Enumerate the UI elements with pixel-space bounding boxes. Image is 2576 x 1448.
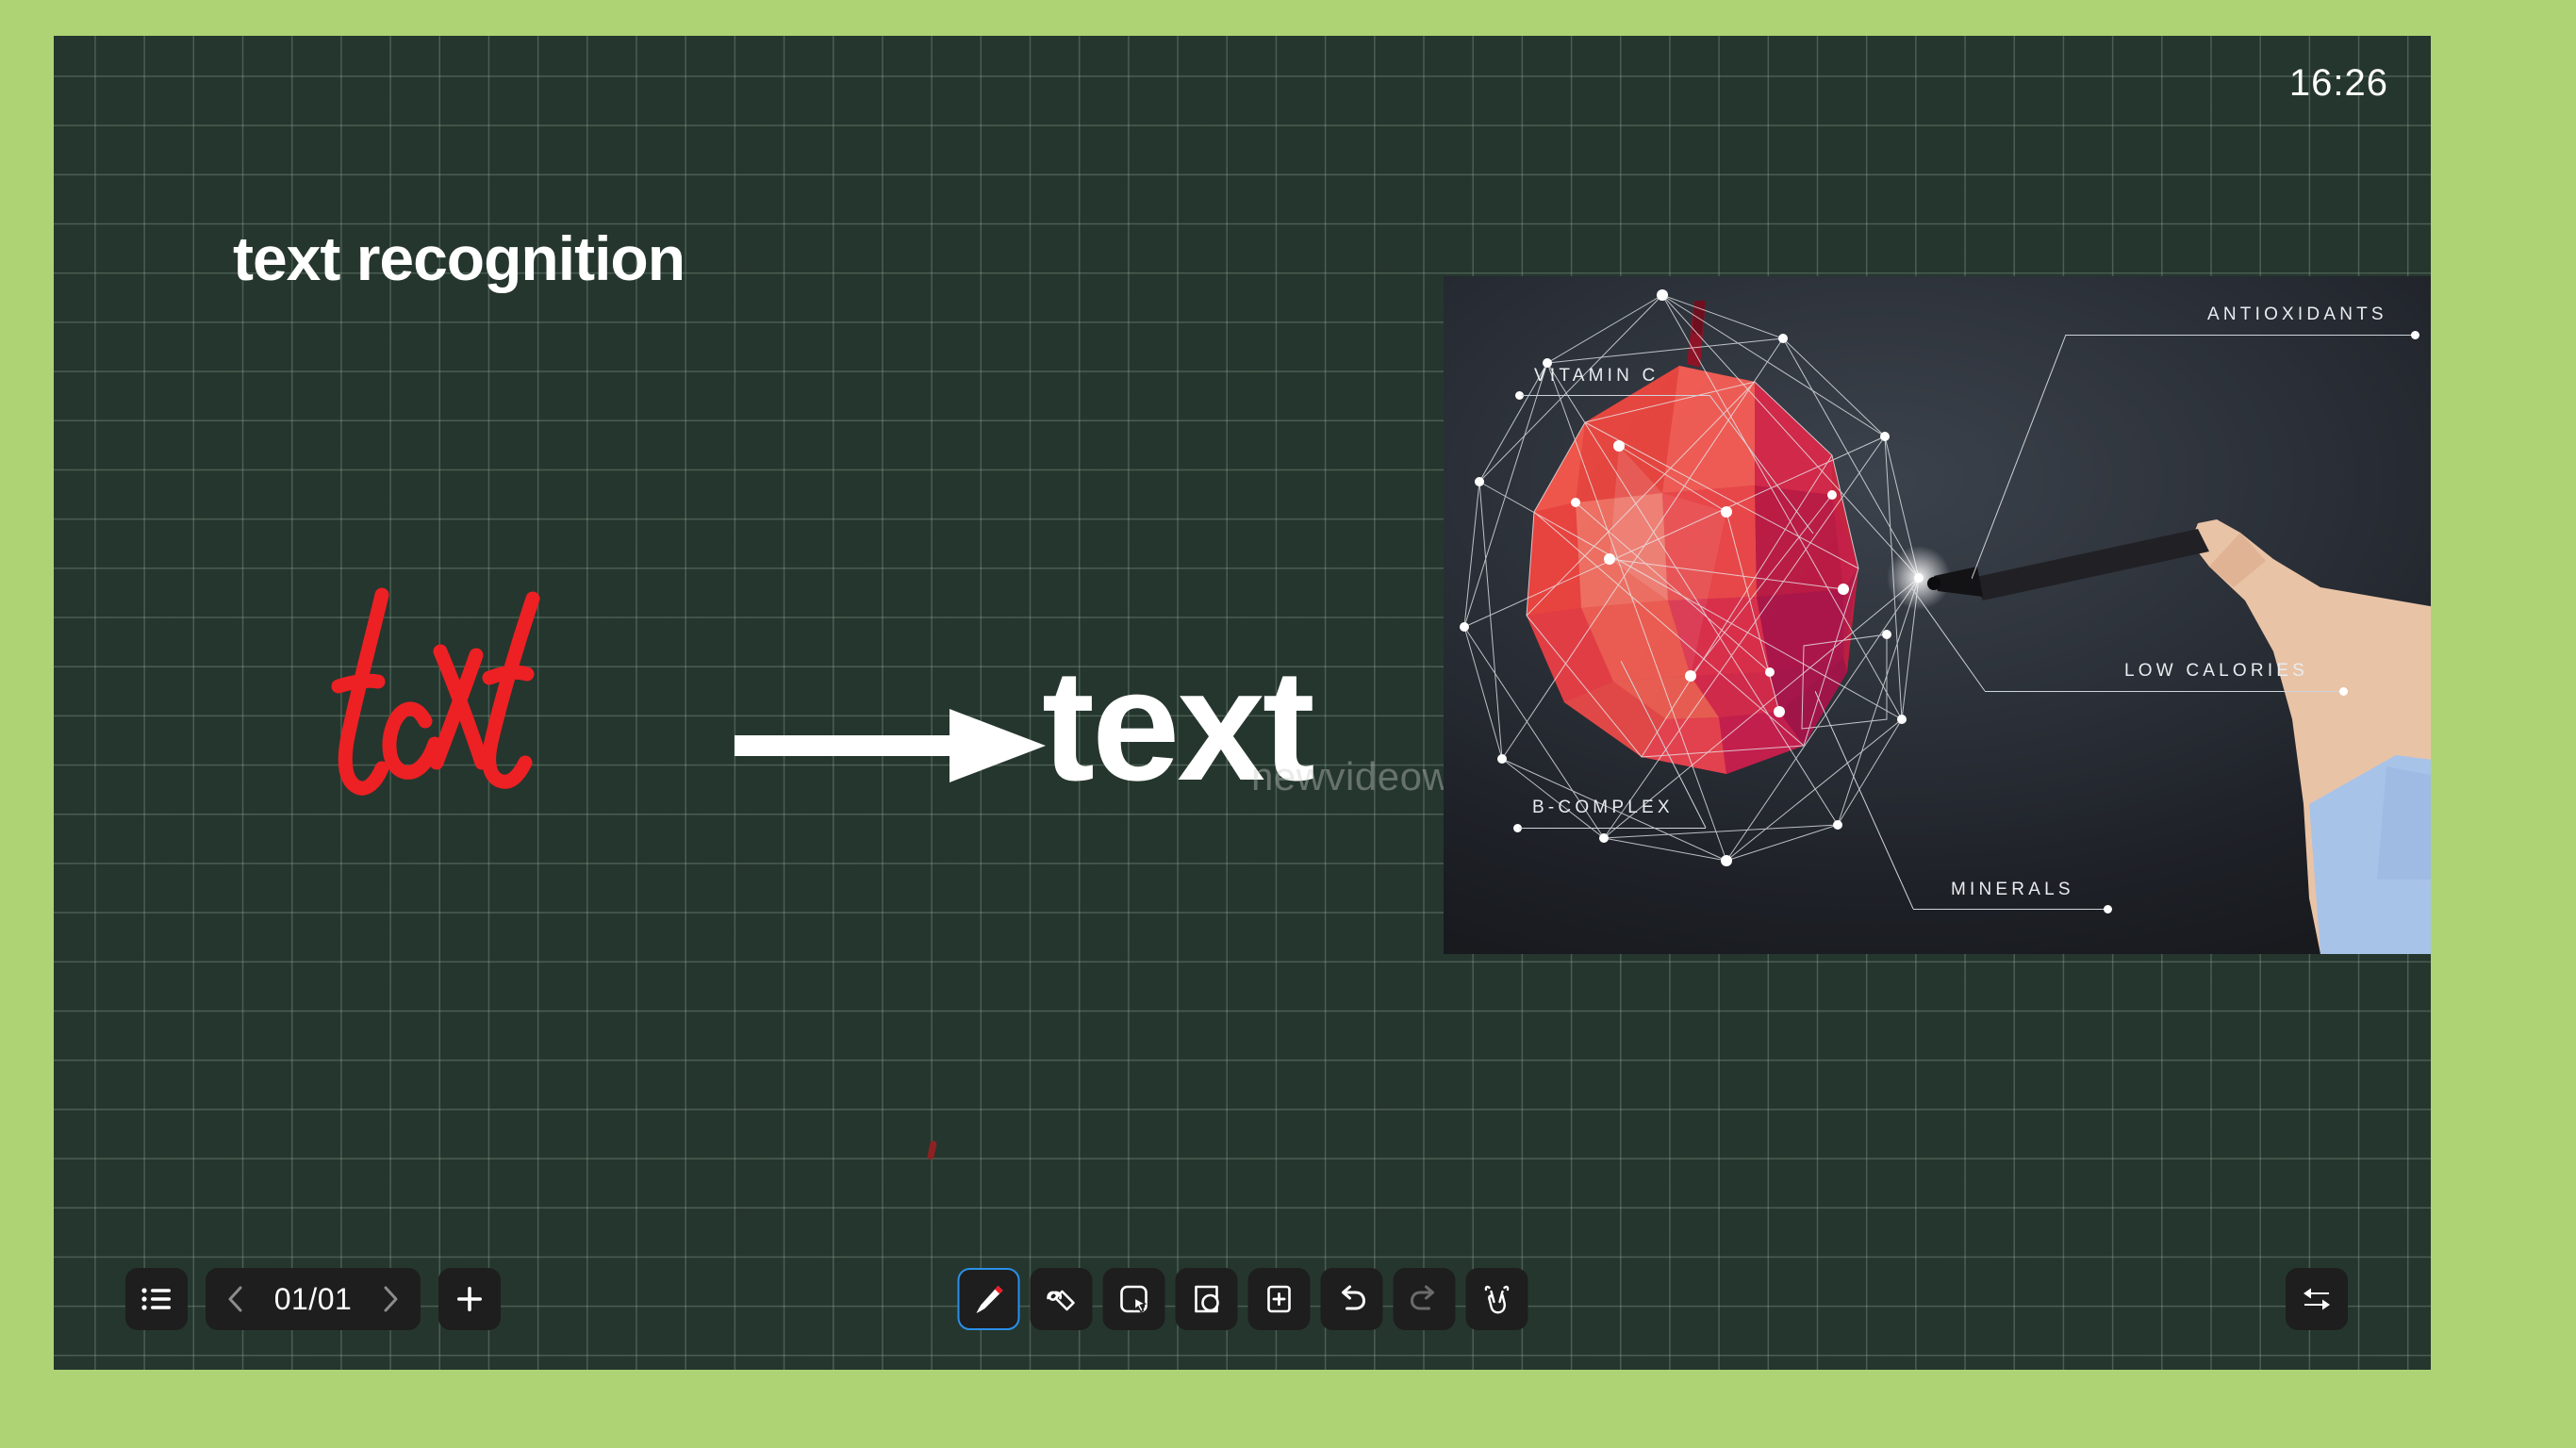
- leader-line-antioxidants: [2066, 335, 2415, 336]
- label-minerals: MINERALS: [1951, 880, 2074, 899]
- chevron-right-icon: [384, 1286, 398, 1312]
- two-finger-gesture-icon: [1484, 1285, 1509, 1314]
- list-menu-icon: [141, 1288, 171, 1310]
- page-toolbar: 01/01: [125, 1268, 501, 1330]
- label-dot-antioxidants: [2411, 331, 2419, 339]
- handwriting-ink-text[interactable]: [323, 578, 701, 814]
- tool-select[interactable]: [1102, 1268, 1164, 1330]
- pen-icon: [976, 1286, 1002, 1313]
- shape-icon: [1194, 1285, 1219, 1313]
- tool-redo[interactable]: [1393, 1268, 1455, 1330]
- page-navigator: 01/01: [206, 1268, 421, 1330]
- whiteboard-canvas[interactable]: 16:26 text recognition text newvideowall…: [54, 36, 2431, 1370]
- recognized-text: text: [1042, 636, 1315, 814]
- tool-eraser[interactable]: [1030, 1268, 1092, 1330]
- source-toolbar: [2286, 1268, 2348, 1330]
- chevron-left-icon: [228, 1286, 242, 1312]
- leader-diag-b-complex: [1621, 661, 1707, 829]
- label-antioxidants: ANTIOXIDANTS: [2207, 304, 2387, 324]
- label-low-calories: LOW CALORIES: [2124, 661, 2309, 681]
- leader-diag-low-calories: [1911, 587, 1986, 692]
- tool-undo[interactable]: [1320, 1268, 1382, 1330]
- stray-ink-mark: [926, 1140, 938, 1160]
- switch-source-button[interactable]: [2286, 1268, 2348, 1330]
- leader-diag-minerals: [1815, 691, 1914, 910]
- label-dot-minerals: [2104, 905, 2112, 913]
- undo-icon: [1341, 1285, 1365, 1310]
- next-page-button[interactable]: [373, 1273, 407, 1325]
- status-clock: 16:26: [2288, 62, 2388, 104]
- tool-shape[interactable]: [1175, 1268, 1237, 1330]
- eraser-icon: [1046, 1290, 1075, 1311]
- tools-toolbar: [957, 1268, 1527, 1330]
- redo-icon: [1410, 1285, 1434, 1310]
- leader-line-vitamin-c: [1521, 395, 1709, 396]
- page-list-button[interactable]: [125, 1268, 188, 1330]
- leader-line-low-calories: [1985, 691, 2343, 692]
- swap-arrows-icon: [2304, 1288, 2330, 1310]
- page-title: text recognition: [233, 223, 685, 293]
- whiteboard-app: 16:26 text recognition text newvideowall…: [0, 0, 2576, 1448]
- plus-icon: [457, 1287, 482, 1311]
- leader-diag-antioxidants: [1972, 334, 2067, 580]
- label-dot-low-calories: [2339, 687, 2348, 696]
- embedded-image-apple-infographic[interactable]: VITAMIN C ANTIOXIDANTS B-COMPLEX LOW CAL…: [1444, 276, 2431, 954]
- insert-icon: [1266, 1285, 1291, 1313]
- leader-diag-vitamin-c: [1709, 394, 1814, 535]
- tool-gesture[interactable]: [1465, 1268, 1527, 1330]
- page-indicator: 01/01: [273, 1281, 353, 1316]
- tool-pen[interactable]: [957, 1268, 1019, 1330]
- prev-page-button[interactable]: [219, 1273, 253, 1325]
- tool-insert[interactable]: [1247, 1268, 1310, 1330]
- leader-line-minerals: [1913, 909, 2109, 910]
- add-page-button[interactable]: [438, 1268, 501, 1330]
- label-vitamin-c: VITAMIN C: [1534, 366, 1660, 386]
- conversion-arrow-icon: [735, 696, 1046, 799]
- select-icon: [1119, 1285, 1148, 1313]
